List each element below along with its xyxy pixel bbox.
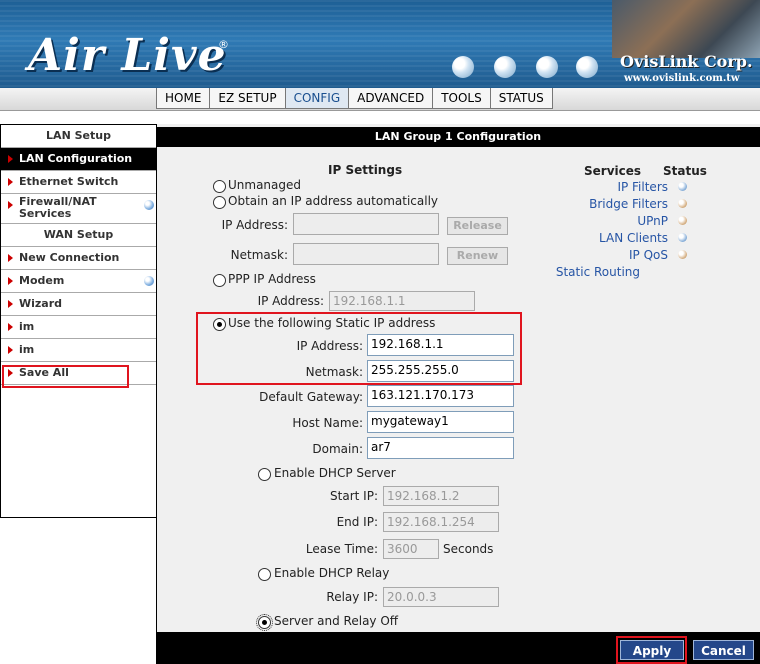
static-ip-highlight (196, 312, 522, 385)
dhcp-relay-label: Enable DHCP Relay (274, 566, 390, 580)
sidebar-item-firewall-nat[interactable]: Firewall/NAT Services (1, 194, 156, 224)
sidebar-item-im[interactable]: im (1, 316, 156, 339)
auto-ip-input[interactable] (293, 213, 439, 235)
status-tan-icon (678, 250, 687, 259)
service-link-bridge-filters[interactable]: Bridge Filters (558, 197, 668, 211)
default-gateway-input[interactable]: 163.121.170.173 (367, 385, 514, 407)
service-link-static-routing[interactable]: Static Routing (530, 265, 640, 279)
service-link-ip-qos[interactable]: IP QoS (558, 248, 668, 262)
airlive-logo: Air Live (28, 30, 227, 81)
dhcp-relay-radio[interactable] (258, 568, 271, 581)
sidebar-item-label: Modem (19, 274, 65, 287)
relay-ip-label: Relay IP: (326, 590, 378, 604)
lease-time-label: Lease Time: (305, 542, 378, 556)
main-nav: HOME EZ SETUP CONFIG ADVANCED TOOLS STAT… (156, 88, 553, 110)
server-relay-off-label: Server and Relay Off (274, 614, 399, 628)
tab-advanced[interactable]: ADVANCED (348, 88, 434, 109)
cancel-button[interactable]: Cancel (693, 640, 754, 660)
services-heading: Services (584, 164, 642, 178)
company-url: www.ovislink.com.tw (624, 73, 740, 84)
status-tan-icon (678, 199, 687, 208)
sidebar-item-modem[interactable]: Modem (1, 270, 156, 293)
ppp-ip-input[interactable]: 192.168.1.1 (329, 291, 475, 311)
ppp-ip-address-label: IP Address: (257, 294, 324, 308)
globe-icon (536, 56, 558, 78)
status-heading: Status (663, 164, 707, 178)
seconds-label: Seconds (443, 542, 494, 556)
status-tan-icon (678, 216, 687, 225)
ip-settings-heading: IP Settings (328, 163, 403, 177)
globe-icon (452, 56, 474, 78)
release-button[interactable]: Release (447, 217, 508, 235)
ppp-ip-label: PPP IP Address (228, 272, 316, 286)
end-ip-label: End IP: (336, 515, 378, 529)
globe-icon (576, 56, 598, 78)
server-relay-off-radio[interactable] (256, 614, 273, 631)
page-title: LAN Group 1 Configuration (156, 127, 760, 147)
lease-time-input[interactable]: 3600 (383, 539, 439, 559)
ppp-ip-radio[interactable] (213, 274, 226, 287)
tab-status[interactable]: STATUS (489, 88, 553, 109)
tab-home[interactable]: HOME (156, 88, 211, 109)
service-link-upnp[interactable]: UPnP (558, 214, 668, 228)
start-ip-input[interactable]: 192.168.1.2 (383, 486, 499, 506)
obtain-auto-radio[interactable] (213, 196, 226, 209)
tab-config[interactable]: CONFIG (284, 88, 350, 109)
relay-ip-input[interactable]: 20.0.0.3 (383, 587, 499, 607)
host-name-input[interactable]: mygateway1 (367, 411, 514, 433)
tab-ez-setup[interactable]: EZ SETUP (209, 88, 286, 109)
status-blue-icon (678, 182, 687, 191)
end-ip-input[interactable]: 192.168.1.254 (383, 512, 499, 532)
service-link-ip-filters[interactable]: IP Filters (558, 180, 668, 194)
default-gateway-label: Default Gateway: (259, 390, 363, 404)
host-name-label: Host Name: (292, 416, 363, 430)
service-link-lan-clients[interactable]: LAN Clients (558, 231, 668, 245)
sidebar-item-im[interactable]: im (1, 339, 156, 362)
status-dot-icon (144, 276, 154, 286)
renew-button[interactable]: Renew (447, 247, 508, 265)
header-photo (612, 0, 760, 58)
sidebar: LAN Setup LAN Configuration Ethernet Swi… (0, 124, 157, 518)
tab-tools[interactable]: TOOLS (432, 88, 491, 109)
status-blue-icon (678, 233, 687, 242)
auto-ip-label: IP Address: (221, 218, 288, 232)
sidebar-item-ethernet-switch[interactable]: Ethernet Switch (1, 171, 156, 194)
save-all-highlight (2, 365, 129, 388)
obtain-auto-label: Obtain an IP address automatically (228, 194, 439, 208)
start-ip-label: Start IP: (330, 489, 378, 503)
domain-input[interactable]: ar7 (367, 437, 514, 459)
unmanaged-label: Unmanaged (228, 178, 302, 192)
company-name: OvisLink Corp. (620, 52, 753, 71)
dhcp-server-radio[interactable] (258, 468, 271, 481)
dhcp-server-label: Enable DHCP Server (274, 466, 396, 480)
status-dot-icon (144, 200, 154, 210)
sidebar-header-lan: LAN Setup (1, 125, 156, 148)
sidebar-item-label: Services (19, 207, 72, 220)
apply-highlight (616, 636, 687, 664)
sidebar-header-wan: WAN Setup (1, 224, 156, 247)
auto-netmask-label: Netmask: (230, 248, 288, 262)
sidebar-item-lan-configuration[interactable]: LAN Configuration (1, 148, 156, 171)
auto-netmask-input[interactable] (293, 243, 439, 265)
sidebar-item-wizard[interactable]: Wizard (1, 293, 156, 316)
logo-registered-mark: ® (218, 38, 229, 51)
unmanaged-radio[interactable] (213, 180, 226, 193)
domain-label: Domain: (312, 442, 363, 456)
globe-icon (494, 56, 516, 78)
sidebar-item-new-connection[interactable]: New Connection (1, 247, 156, 270)
